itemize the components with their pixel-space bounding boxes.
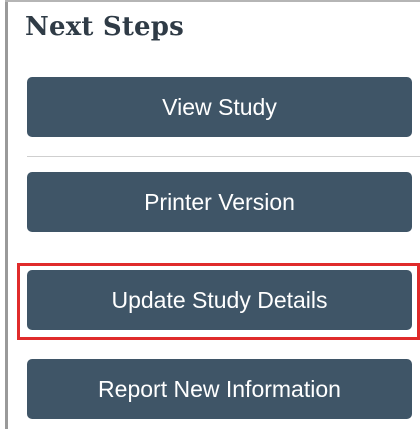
update-study-details-button[interactable]: Update Study Details	[27, 270, 412, 330]
panel-top-border	[5, 0, 420, 2]
view-study-button[interactable]: View Study	[27, 77, 412, 137]
report-new-information-button[interactable]: Report New Information	[27, 359, 412, 419]
panel-title: Next Steps	[25, 12, 185, 42]
printer-version-button[interactable]: Printer Version	[27, 172, 412, 232]
divider	[27, 156, 420, 157]
panel-left-border	[5, 0, 8, 429]
